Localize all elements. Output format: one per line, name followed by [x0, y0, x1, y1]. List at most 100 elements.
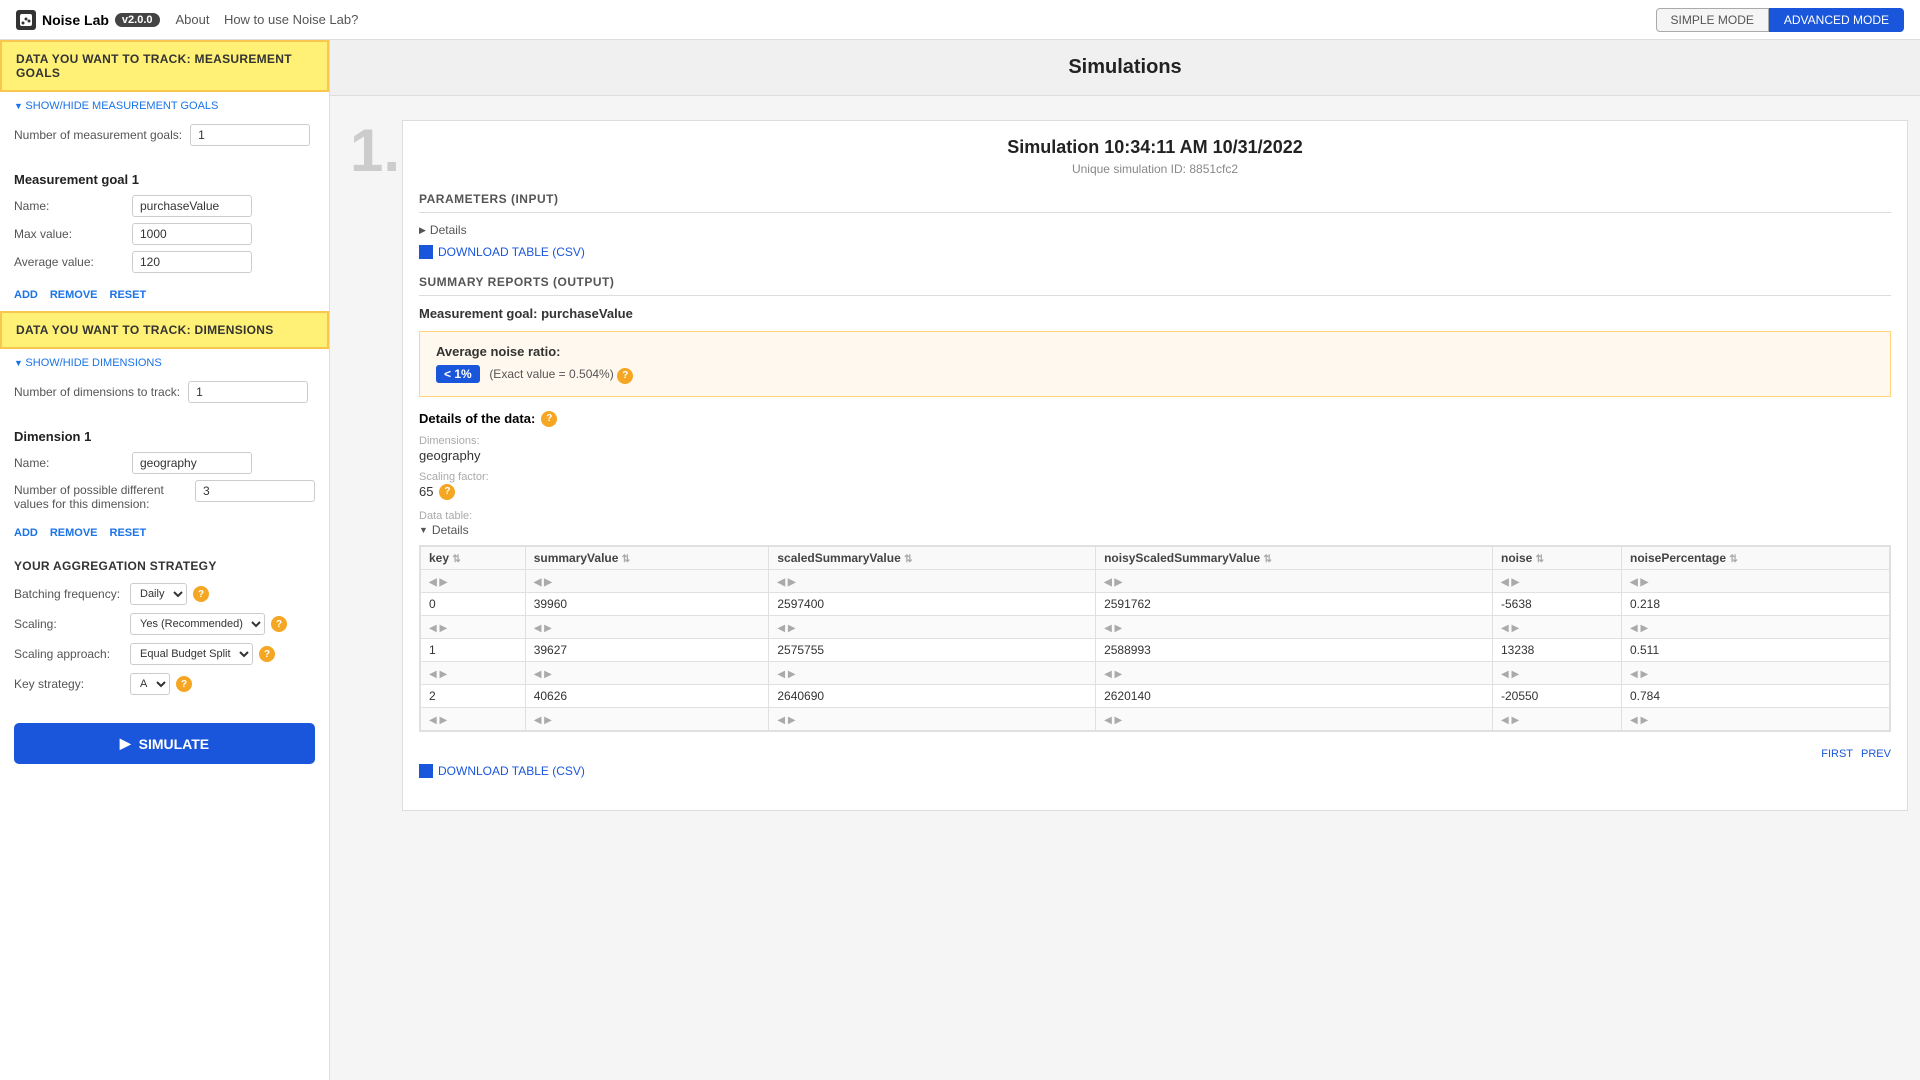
details-of-data-label: Details of the data: — [419, 411, 535, 426]
table-nav-row: ◀ ▶◀ ▶◀ ▶◀ ▶◀ ▶◀ ▶ — [421, 569, 1890, 592]
how-to-link[interactable]: How to use Noise Lab? — [224, 12, 358, 27]
data-table-label: Data table: — [419, 510, 1891, 522]
dim-actions: ADD REMOVE RESET — [0, 523, 329, 549]
summary-title: SUMMARY REPORTS (OUTPUT) — [419, 275, 1891, 296]
simulate-label: SIMULATE — [139, 736, 210, 752]
dim-possible-label: Number of possible different values for … — [14, 480, 187, 511]
batching-help-icon[interactable]: ? — [193, 586, 209, 602]
table-cell-r2-c4: -20550 — [1492, 684, 1621, 707]
key-strategy-row: Key strategy: A ? — [14, 673, 315, 695]
num-goals-label: Number of measurement goals: — [14, 128, 182, 142]
goal-max-input[interactable] — [132, 223, 252, 245]
num-goals-row: Number of measurement goals: — [14, 124, 315, 146]
download-table-btn-2[interactable]: DOWNLOAD TABLE (CSV) — [419, 764, 585, 778]
toggle-goals-link[interactable]: SHOW/HIDE MEASUREMENT GOALS — [0, 92, 329, 116]
goal-max-label: Max value: — [14, 227, 124, 241]
app-header: Noise Lab v2.0.0 About How to use Noise … — [0, 0, 1920, 40]
table-cell-r1-c5: 0.511 — [1622, 638, 1890, 661]
add-dim-link[interactable]: ADD — [14, 527, 38, 539]
noise-help-icon[interactable]: ? — [617, 368, 633, 384]
dim-name-input[interactable] — [132, 452, 252, 474]
pagination-first[interactable]: FIRST — [1821, 748, 1853, 760]
key-strategy-label: Key strategy: — [14, 677, 124, 691]
app-logo: Noise Lab v2.0.0 — [16, 10, 160, 30]
goal-actions: ADD REMOVE RESET — [0, 285, 329, 311]
about-link[interactable]: About — [176, 12, 210, 27]
noise-exact: (Exact value = 0.504%) — [489, 367, 613, 381]
scaling-approach-row: Scaling approach: Equal Budget Split ? — [14, 643, 315, 665]
num-dims-label: Number of dimensions to track: — [14, 385, 180, 399]
num-dims-row: Number of dimensions to track: — [14, 381, 315, 403]
num-goals-input[interactable] — [190, 124, 310, 146]
scaling-factor-help-icon[interactable]: ? — [439, 484, 455, 500]
table-cell-r0-c2: 2597400 — [769, 592, 1096, 615]
toggle-dims-link[interactable]: SHOW/HIDE DIMENSIONS — [0, 349, 329, 373]
data-table-section: Data table: Details key ⇅summaryValue ⇅s… — [419, 510, 1891, 764]
scaling-approach-help-icon[interactable]: ? — [259, 646, 275, 662]
panel-content: Simulation 10:34:11 AM 10/31/2022 Unique… — [390, 96, 1920, 1080]
reset-goal-link[interactable]: RESET — [110, 289, 147, 301]
table-toggle-label: Details — [432, 523, 469, 537]
table-cell-r2-c1: 40626 — [525, 684, 769, 707]
table-cell-r1-c4: 13238 — [1492, 638, 1621, 661]
sim-title: Simulation 10:34:11 AM 10/31/2022 — [419, 137, 1891, 158]
simple-mode-button[interactable]: SIMPLE MODE — [1656, 8, 1769, 32]
header-nav: About How to use Noise Lab? — [176, 12, 359, 27]
key-strategy-help-icon[interactable]: ? — [176, 676, 192, 692]
col-header-scaledSummaryValue: scaledSummaryValue ⇅ — [769, 546, 1096, 569]
table-row: 13962725757552588993132380.511 — [421, 638, 1890, 661]
table-cell-r1-c0: 1 — [421, 638, 526, 661]
logo-icon — [16, 10, 36, 30]
table-cell-r0-c0: 0 — [421, 592, 526, 615]
details-data-help-icon[interactable]: ? — [541, 411, 557, 427]
simulate-button[interactable]: ▶ SIMULATE — [14, 723, 315, 764]
section1-header: DATA YOU WANT TO TRACK: MEASUREMENT GOAL… — [0, 40, 329, 92]
table-body: 03996025974002591762-56380.218◀ ▶◀ ▶◀ ▶◀… — [421, 592, 1890, 730]
goal-max-row: Max value: — [14, 223, 315, 245]
noise-box: Average noise ratio: < 1% (Exact value =… — [419, 331, 1891, 397]
scaling-factor-row: 65 ? — [419, 484, 1891, 500]
noise-badge: < 1% — [436, 365, 480, 383]
table-cell-r0-c1: 39960 — [525, 592, 769, 615]
remove-dim-link[interactable]: REMOVE — [50, 527, 98, 539]
key-strategy-select[interactable]: A — [130, 673, 170, 695]
dim-name-row: Name: — [14, 452, 315, 474]
dim1-fields: Name: Number of possible different value… — [0, 448, 329, 523]
download-label-1: DOWNLOAD TABLE (CSV) — [438, 245, 585, 259]
col-header-summaryValue: summaryValue ⇅ — [525, 546, 769, 569]
remove-goal-link[interactable]: REMOVE — [50, 289, 98, 301]
add-goal-link[interactable]: ADD — [14, 289, 38, 301]
pagination-prev[interactable]: PREV — [1861, 748, 1891, 760]
dim-possible-input[interactable] — [195, 480, 315, 502]
details-of-data: Details of the data: ? Dimensions: geogr… — [419, 411, 1891, 500]
col-header-key: key ⇅ — [421, 546, 526, 569]
simulation-card: Simulation 10:34:11 AM 10/31/2022 Unique… — [402, 120, 1908, 811]
dim-possible-row: Number of possible different values for … — [14, 480, 315, 511]
table-header-row: key ⇅summaryValue ⇅scaledSummaryValue ⇅n… — [421, 546, 1890, 569]
scaling-select[interactable]: Yes (Recommended) — [130, 613, 265, 635]
scaling-help-icon[interactable]: ? — [271, 616, 287, 632]
step-number-1: 1. — [330, 96, 390, 1080]
step-area: 1. Simulation 10:34:11 AM 10/31/2022 Uni… — [330, 96, 1920, 1080]
batching-select[interactable]: Daily — [130, 583, 187, 605]
num-dims-input[interactable] — [188, 381, 308, 403]
download-icon-1 — [419, 245, 433, 259]
download-table-btn-1[interactable]: DOWNLOAD TABLE (CSV) — [419, 245, 585, 259]
data-table: key ⇅summaryValue ⇅scaledSummaryValue ⇅n… — [420, 546, 1890, 731]
goal-avg-input[interactable] — [132, 251, 252, 273]
scaling-row: Scaling: Yes (Recommended) ? — [14, 613, 315, 635]
scaling-approach-select[interactable]: Equal Budget Split — [130, 643, 253, 665]
goal-label: Measurement goal: purchaseValue — [419, 306, 1891, 321]
dimensions-value: geography — [419, 448, 1891, 463]
advanced-mode-button[interactable]: ADVANCED MODE — [1769, 8, 1904, 32]
aggregation-section: YOUR AGGREGATION STRATEGY Batching frequ… — [0, 549, 329, 713]
goal-name-input[interactable] — [132, 195, 252, 217]
table-cell-r0-c4: -5638 — [1492, 592, 1621, 615]
goal-name-label: Name: — [14, 199, 124, 213]
table-cell-r1-c3: 2588993 — [1096, 638, 1493, 661]
details-toggle[interactable]: Details — [419, 223, 1891, 237]
table-toggle[interactable]: Details — [419, 523, 1891, 537]
reset-dim-link[interactable]: RESET — [110, 527, 147, 539]
avg-noise-label: Average noise ratio: — [436, 344, 1874, 359]
scaling-factor-value: 65 — [419, 484, 433, 499]
